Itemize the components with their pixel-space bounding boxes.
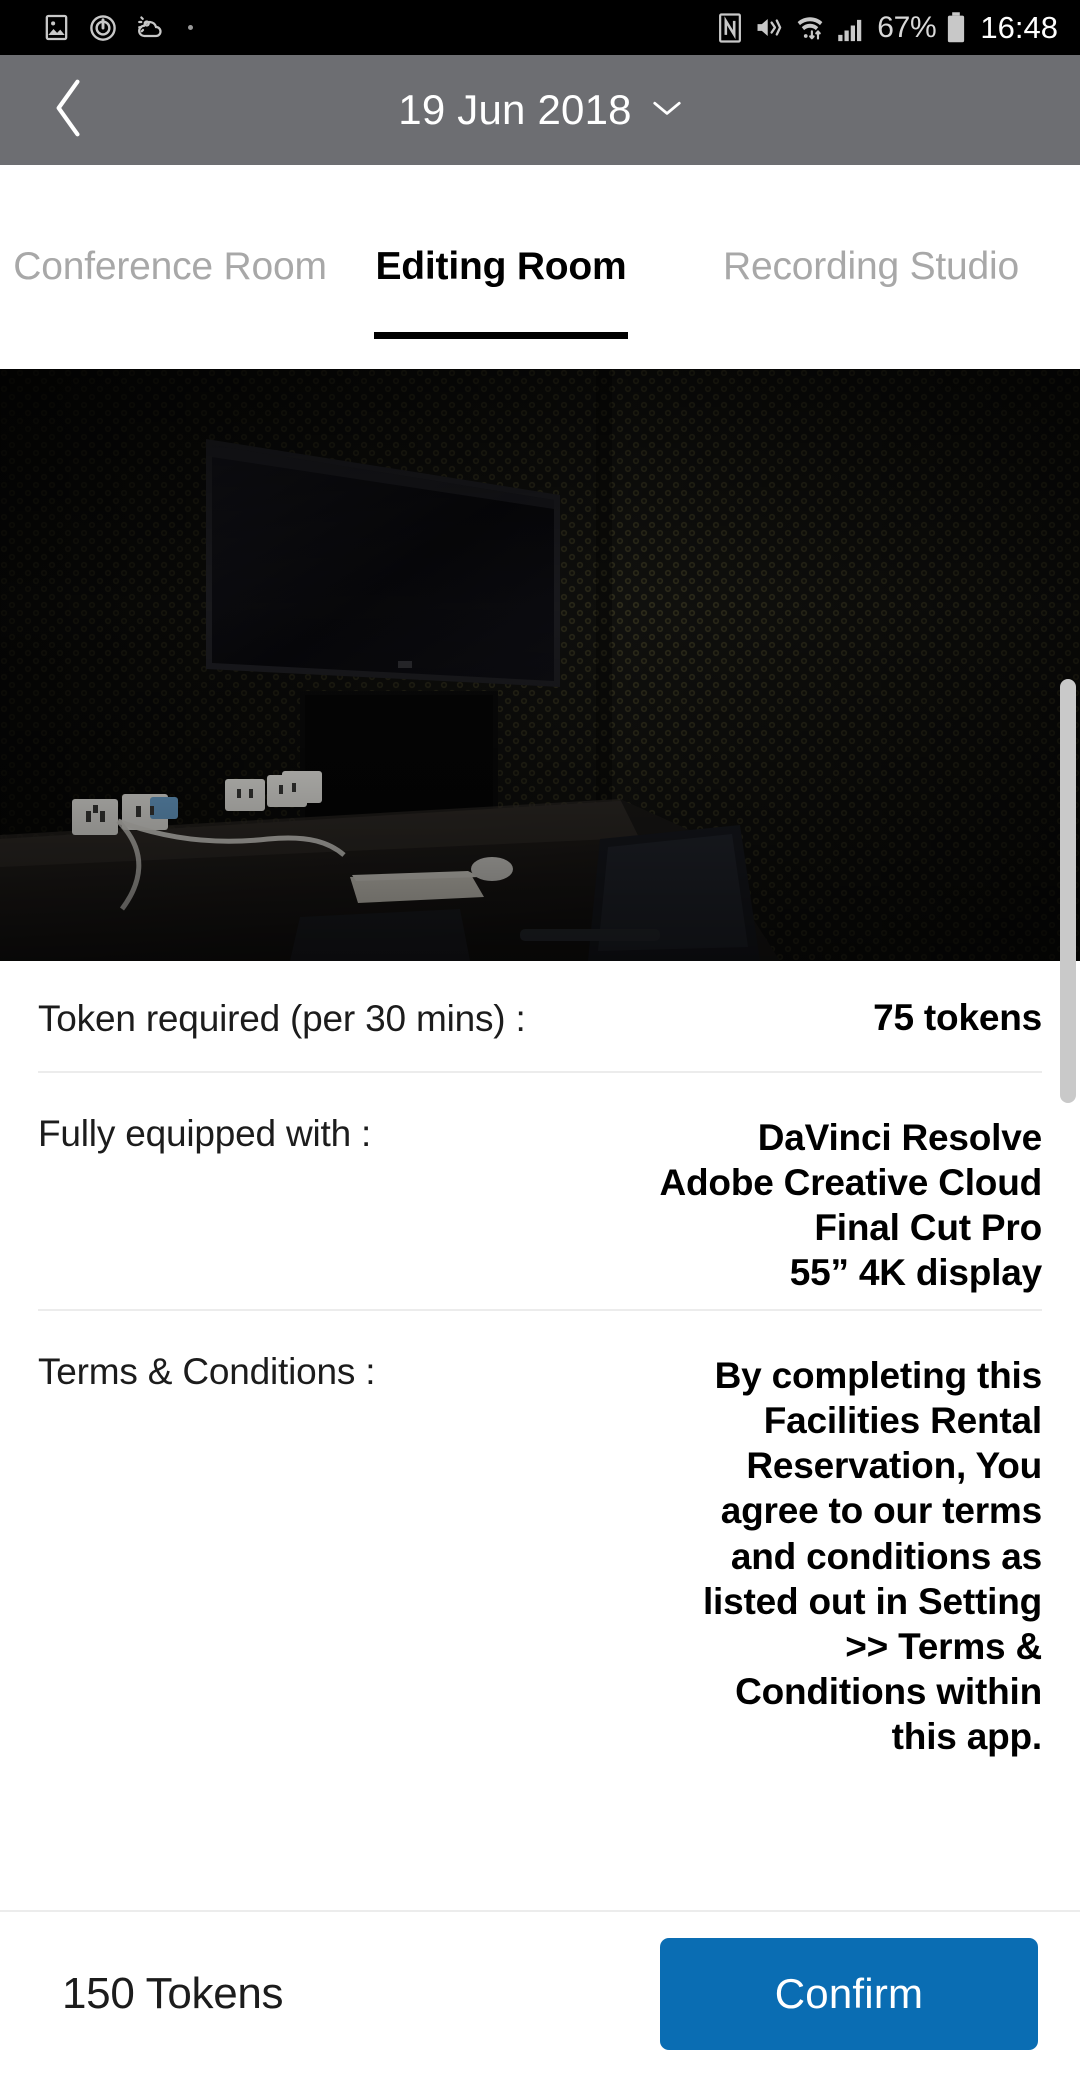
image-icon xyxy=(42,13,71,42)
alarm-circle-icon xyxy=(88,13,118,43)
chevron-down-icon xyxy=(652,98,682,123)
battery-percent-label: 67% xyxy=(877,10,937,44)
nfc-icon xyxy=(716,12,744,44)
date-selector[interactable]: 19 Jun 2018 xyxy=(0,86,1080,134)
tab-recording-studio[interactable]: Recording Studio xyxy=(662,165,1080,369)
wifi-icon xyxy=(793,13,827,43)
token-required-value: 75 tokens xyxy=(873,997,1042,1039)
room-tabs: Conference Room Editing Room Recording S… xyxy=(0,165,1080,369)
tab-underline xyxy=(662,332,1080,339)
equipment-label: Fully equipped with : xyxy=(38,1113,372,1154)
status-bar-right-icons: 67% 16:48 xyxy=(716,11,1058,44)
dot-indicator-icon xyxy=(188,25,193,30)
vibrate-mute-icon xyxy=(753,12,784,43)
token-required-label: Token required (per 30 mins) : xyxy=(38,997,526,1039)
terms-value: By completing this Facilities Rental Res… xyxy=(702,1355,1042,1757)
detail-row-token: Token required (per 30 mins) : 75 tokens xyxy=(0,961,1080,1073)
status-bar-clock: 16:48 xyxy=(980,10,1058,45)
app-bar: 19 Jun 2018 xyxy=(0,55,1080,165)
battery-icon xyxy=(945,11,967,44)
room-details: Token required (per 30 mins) : 75 tokens… xyxy=(0,961,1080,1911)
tab-underline xyxy=(0,332,340,339)
room-photo xyxy=(0,369,1080,961)
equipment-value: DaVinci Resolve Adobe Creative Cloud Fin… xyxy=(659,1117,1043,1294)
signal-bars-icon xyxy=(836,13,868,43)
tab-conference-room[interactable]: Conference Room xyxy=(0,165,340,369)
terms-label: Terms & Conditions : xyxy=(38,1351,376,1392)
status-bar: 67% 16:48 xyxy=(0,0,1080,55)
tab-underline xyxy=(374,332,628,339)
status-bar-left-icons xyxy=(42,13,193,43)
page-scrollbar[interactable] xyxy=(1060,679,1076,1103)
app-screen: 67% 16:48 19 Jun 2018 Conference Room Ed… xyxy=(0,0,1080,2076)
total-tokens-label: 150 Tokens xyxy=(62,1969,284,2018)
confirm-button[interactable]: Confirm xyxy=(660,1938,1038,2050)
tab-label: Conference Room xyxy=(13,245,327,288)
tab-label: Recording Studio xyxy=(723,245,1019,288)
weather-icon xyxy=(135,13,165,43)
bottom-action-bar: 150 Tokens Confirm xyxy=(0,1910,1080,2076)
detail-row-equipment: Fully equipped with : DaVinci Resolve Ad… xyxy=(0,1073,1080,1311)
detail-row-terms: Terms & Conditions : By completing this … xyxy=(0,1311,1080,1759)
tab-editing-room[interactable]: Editing Room xyxy=(340,165,662,369)
page-title: 19 Jun 2018 xyxy=(398,86,632,133)
tab-label: Editing Room xyxy=(375,245,627,288)
